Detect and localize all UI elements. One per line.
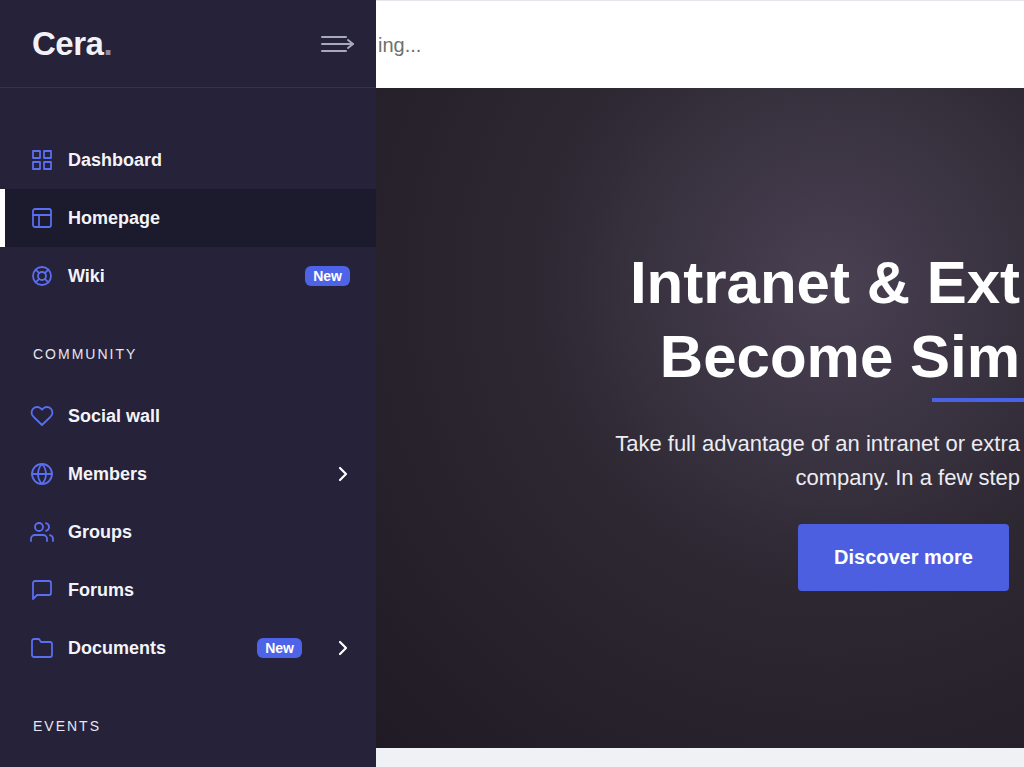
item-extras: New [305,266,350,286]
chevron-right-icon[interactable] [336,639,350,657]
button-row: Discover more [376,524,1024,591]
item-label[interactable]: Social wall [68,403,160,430]
logo[interactable]: Cera. [32,19,113,69]
section-heading: COMMUNITY [0,305,376,387]
heart-icon [30,404,54,428]
section-heading: EVENTS [0,677,376,759]
item-extras: New [257,638,350,658]
chevron-right-icon[interactable] [336,465,350,483]
sidebar-menu: Dashboard Homepage Wiki New COMMUNITY Social … [0,88,376,759]
hero-banner: Intranet & ExtBecome Sim Take full advant… [376,88,1024,748]
sidebar-item[interactable]: Wiki New [0,247,376,305]
sidebar-item[interactable]: Homepage [0,189,376,247]
main-content: ing... Intranet & ExtBecome Sim Take full … [376,0,1024,767]
hero-content: Intranet & ExtBecome Sim Take full advant… [376,88,1024,591]
hero-title-line: Intranet & Ext [376,246,1024,320]
sidebar-item[interactable]: Documents New [0,619,376,677]
sidebar-item[interactable]: Groups [0,503,376,561]
new-badge: New [305,266,350,286]
hero-title-line: Become Sim [376,320,1024,394]
globe-icon [30,462,54,486]
page-footer-strip [376,748,1024,767]
sidebar-item[interactable]: Forums [0,561,376,619]
item-label[interactable]: Dashboard [68,147,162,174]
search-placeholder[interactable]: ing... [378,30,421,60]
item-label[interactable]: Documents [68,635,166,662]
item-label[interactable]: Groups [68,519,132,546]
hero-subtitle: Take full advantage of an intranet or ex… [376,427,1024,495]
hero-subtitle-line: company. In a few step [376,461,1024,495]
sidebar-item[interactable]: Members [0,445,376,503]
item-label[interactable]: Wiki [68,263,105,290]
discover-button[interactable]: Discover more [798,524,1009,591]
sidebar-header: Cera. [0,0,376,88]
sidebar: Cera. Dashboard Homepage Wiki New COMMUNITY So… [0,0,376,767]
logo-text[interactable]: Cera [32,19,103,69]
sidebar-item[interactable]: Dashboard [0,131,376,189]
logo-dot[interactable]: . [103,19,112,69]
grid-icon [30,148,54,172]
layout-icon [30,206,54,230]
item-label[interactable]: Members [68,461,147,488]
item-label[interactable]: Forums [68,577,134,604]
new-badge: New [257,638,302,658]
menu-toggle-icon[interactable] [320,32,356,56]
sidebar-item[interactable]: Social wall [0,387,376,445]
users-icon [30,520,54,544]
item-extras [302,465,350,483]
hero-subtitle-line: Take full advantage of an intranet or ex… [376,427,1024,461]
message-icon [30,578,54,602]
title-underline [932,398,1024,402]
top-bar: ing... [376,0,1024,88]
lifebuoy-icon [30,264,54,288]
item-label[interactable]: Homepage [68,205,160,232]
folder-icon [30,636,54,660]
